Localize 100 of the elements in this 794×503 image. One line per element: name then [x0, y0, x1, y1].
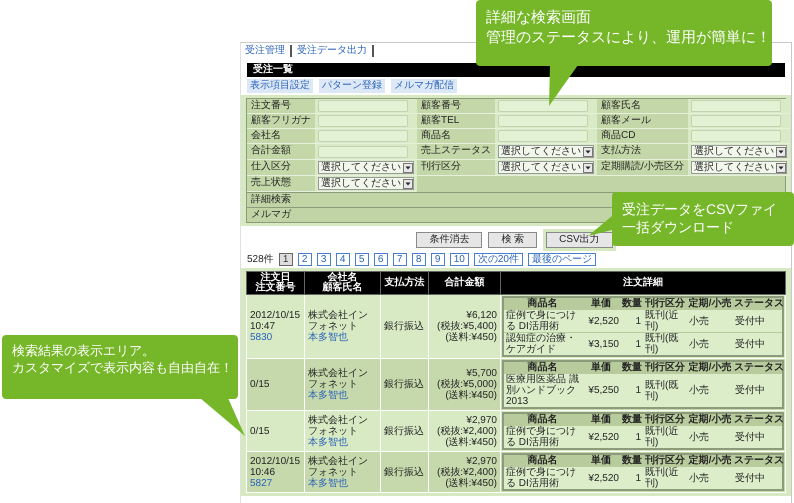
detail-column-header: 商品名	[503, 297, 581, 310]
next-page-button[interactable]: 次の20件	[474, 253, 523, 266]
order-total: ¥2,970	[465, 456, 497, 466]
nav-link[interactable]: 受注管理	[245, 45, 292, 57]
detail-column-header: 単価	[581, 454, 621, 466]
detail-cell: 医療用医薬品 識別ハンドブック2013	[503, 374, 581, 408]
select-dropdown[interactable]: 選択してください	[498, 161, 594, 174]
detail-column-header: 数量	[621, 361, 643, 374]
order-number-link[interactable]: 5830	[250, 332, 301, 343]
page-button[interactable]: 3	[316, 253, 331, 266]
customer-name-link[interactable]: 本多智也	[308, 390, 377, 401]
action-link[interactable]: 表示項目設定	[247, 79, 313, 93]
shipping-fee: (送料:¥450)	[444, 478, 497, 488]
page-button[interactable]: 2	[298, 253, 312, 266]
last-page-button[interactable]: 最後のページ	[528, 253, 596, 266]
tax-excluded-amount: (税抜:¥5,000)	[436, 379, 497, 390]
page-button[interactable]: 9	[430, 253, 445, 266]
detail-cell: 既刊(近刊)	[643, 426, 687, 449]
action-link[interactable]: パターン登録	[319, 79, 385, 93]
order-date: 0/15	[250, 426, 270, 436]
field-label: 売上状態	[247, 176, 315, 192]
tax-excluded-amount: (税抜:¥2,400)	[436, 426, 497, 436]
detail-cell: 既刊(近刊)	[643, 466, 687, 490]
page-button[interactable]: 6	[374, 253, 388, 266]
order-date: 2012/10/15	[250, 310, 301, 321]
detail-cell: 認知症の治療・ケアガイド	[503, 332, 581, 356]
detail-column-header: 刊行区分	[643, 297, 687, 310]
select-dropdown[interactable]: 選択してください	[318, 161, 414, 174]
customer-name-link[interactable]: 本多智也	[308, 478, 377, 488]
order-number-link[interactable]: 5827	[250, 478, 301, 488]
order-total: ¥2,970	[465, 414, 497, 426]
customer-name-link[interactable]: 本多智也	[308, 436, 377, 448]
section-label[interactable]: メルマガ	[251, 209, 291, 220]
select-dropdown[interactable]: 選択してください	[690, 161, 787, 174]
action-button[interactable]: CSV出力	[546, 232, 613, 248]
detail-column-header: 単価	[581, 361, 621, 374]
company-name: 株式会社インフォネット	[308, 414, 369, 436]
action-link[interactable]: メルマガ配信	[391, 79, 457, 93]
detail-cell: ¥2,520	[581, 310, 621, 332]
order-time: 10:47	[250, 321, 276, 332]
detail-cell: 1	[621, 310, 643, 332]
detail-column-header: 刊行区分	[643, 361, 687, 374]
section-label[interactable]: 詳細検索	[251, 194, 291, 205]
column-header: 注文詳細	[500, 272, 786, 294]
nav-link[interactable]: 受注データ出力	[297, 45, 374, 57]
column-header: 注文日 注文番号	[246, 272, 304, 294]
page-button[interactable]: 8	[412, 253, 426, 266]
company-name: 株式会社インフォネット	[308, 310, 369, 332]
detail-cell: 既刊(既刊)	[643, 374, 687, 408]
select-dropdown[interactable]: 選択してください	[498, 145, 594, 158]
detail-column-header: 商品名	[503, 413, 581, 426]
tax-excluded-amount: (税抜:¥2,400)	[436, 466, 497, 478]
detail-column-header: 数量	[621, 297, 643, 310]
detail-column-header: 刊行区分	[643, 454, 687, 466]
detail-cell: 小売	[687, 374, 733, 408]
field-label: 合計金額	[247, 144, 315, 160]
action-button[interactable]: 条件消去	[416, 232, 482, 248]
select-dropdown[interactable]: 選択してください	[318, 177, 414, 190]
page-button[interactable]: 10	[450, 253, 469, 266]
page-button[interactable]: 4	[336, 253, 350, 266]
column-header: 支払方法	[380, 272, 428, 294]
field-label: 顧客氏名	[597, 99, 688, 114]
detail-cell: 受付中	[733, 426, 783, 449]
detail-column-header: 数量	[621, 454, 643, 466]
detail-column-header: 単価	[581, 297, 621, 310]
customer-name-link[interactable]: 本多智也	[308, 332, 377, 343]
detail-cell: 受付中	[733, 466, 783, 490]
detail-column-header: 定期/小売	[687, 297, 733, 310]
order-total: ¥5,700	[465, 368, 497, 379]
detail-cell: ¥2,520	[581, 426, 621, 449]
detail-column-header: 定期/小売	[687, 413, 733, 426]
field-label: 支払方法	[597, 144, 688, 160]
page-button[interactable]: 1	[278, 253, 293, 266]
payment-method: 銀行振込	[380, 294, 428, 358]
field-label: 仕入区分	[247, 160, 315, 176]
page-button[interactable]: 5	[354, 253, 369, 266]
detail-column-header: ステータス	[733, 454, 783, 466]
page-button[interactable]: 7	[392, 253, 407, 266]
select-dropdown[interactable]: 選択してください	[690, 145, 787, 158]
detail-cell: 小売	[687, 426, 733, 449]
detail-cell: 受付中	[733, 310, 783, 332]
action-button[interactable]: 検 索	[488, 232, 538, 248]
field-label: 注文番号	[247, 99, 315, 114]
detail-cell: 1	[621, 426, 643, 449]
detail-cell: 小売	[687, 310, 733, 332]
field-label: 顧客フリガナ	[247, 114, 315, 129]
detail-cell: 症例で身につける DI活用術	[503, 310, 581, 332]
tax-excluded-amount: (税抜:¥5,400)	[436, 321, 497, 332]
payment-method: 銀行振込	[380, 358, 428, 410]
detail-column-header: 商品名	[503, 454, 581, 466]
detail-column-header: ステータス	[733, 413, 783, 426]
field-label: 顧客メール	[597, 114, 688, 129]
field-label: 刊行区分	[417, 160, 495, 176]
field-label: 商品名	[417, 129, 495, 144]
callout: 受注データをCSVファイ 一括ダウンロード	[612, 192, 794, 246]
detail-cell: 小売	[687, 332, 733, 356]
detail-cell: 症例で身につける DI活用術	[503, 426, 581, 449]
column-header: 会社名 顧客氏名	[304, 272, 380, 294]
detail-cell: ¥2,520	[581, 466, 621, 490]
detail-cell: 受付中	[733, 332, 783, 356]
